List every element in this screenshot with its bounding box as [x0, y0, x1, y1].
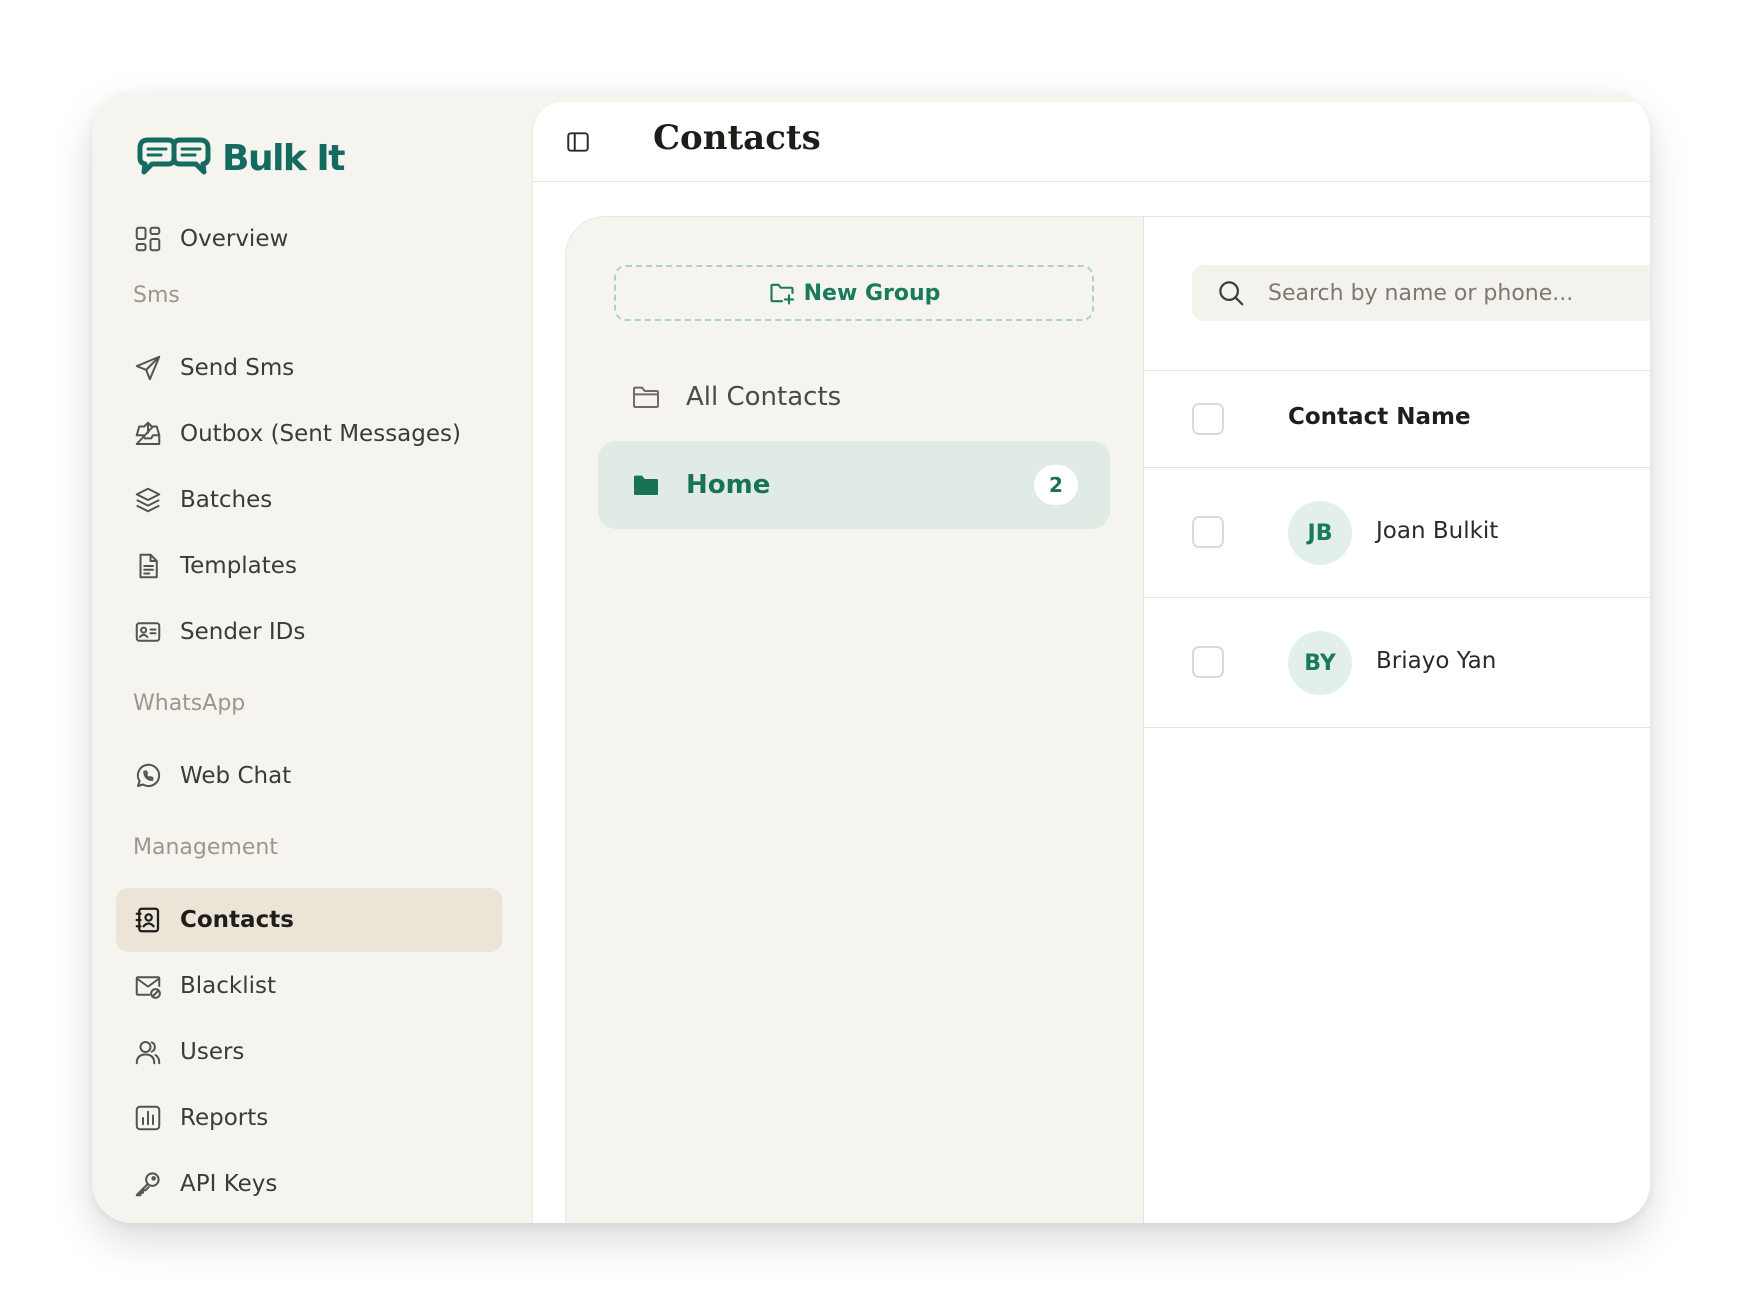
document-icon [132, 550, 164, 582]
sidebar-item-label: API Keys [180, 1171, 278, 1197]
contact-book-icon [132, 904, 164, 936]
search-input[interactable] [1268, 280, 1650, 306]
sidebar-item-label: Users [180, 1039, 245, 1065]
sidebar-item-web-chat[interactable]: Web Chat [116, 744, 502, 808]
search-bar [1192, 265, 1650, 321]
sidebar-item-label: Blacklist [180, 973, 277, 999]
table-header: Contact Name [1144, 370, 1650, 468]
sidebar-item-label: Outbox (Sent Messages) [180, 421, 461, 447]
sidebar-item-label: Sender IDs [180, 619, 306, 645]
table-row[interactable]: JB Joan Bulkit [1144, 468, 1650, 598]
mail-blocked-icon [132, 970, 164, 1002]
group-item-all-contacts[interactable]: All Contacts [598, 353, 1110, 441]
group-item-home[interactable]: Home 2 [598, 441, 1110, 529]
sidebar-item-batches[interactable]: Batches [116, 468, 502, 532]
sidebar-item-send-sms[interactable]: Send Sms [116, 336, 502, 400]
send-arrow-icon [132, 352, 164, 384]
sidebar-toggle-icon[interactable] [565, 129, 591, 155]
brand-logo[interactable]: Bulk It [136, 128, 346, 188]
sidebar: Bulk It Overview Sms Send Sms Outbox (Se… [92, 92, 532, 1223]
layers-icon [132, 484, 164, 516]
users-icon [132, 1036, 164, 1068]
contacts-list-pane: Contact Name JB Joan Bulkit BY Briayo Ya… [1144, 217, 1650, 1223]
outbox-tray-icon [132, 418, 164, 450]
section-label-whatsapp: WhatsApp [133, 691, 246, 716]
group-count-badge: 2 [1034, 465, 1078, 505]
id-card-icon [132, 616, 164, 648]
top-bar: Contacts [533, 102, 1650, 182]
sidebar-item-label: Batches [180, 487, 273, 513]
group-label: Home [686, 470, 771, 500]
contact-name: Briayo Yan [1376, 648, 1497, 674]
sidebar-item-contacts[interactable]: Contacts [116, 888, 502, 952]
new-group-button[interactable]: New Group [614, 265, 1094, 321]
main-content: Contacts New Group All Contacts Home 2 S… [532, 102, 1650, 1223]
avatar: BY [1288, 631, 1352, 695]
contacts-panel: New Group All Contacts Home 2 Search by … [565, 216, 1650, 1223]
bar-chart-icon [132, 1102, 164, 1134]
sidebar-item-blacklist[interactable]: Blacklist [116, 954, 502, 1018]
group-label: All Contacts [686, 382, 842, 412]
sidebar-item-outbox[interactable]: Outbox (Sent Messages) [116, 402, 502, 466]
sidebar-item-label: Templates [180, 553, 297, 579]
contact-name: Joan Bulkit [1376, 518, 1499, 544]
sidebar-item-reports[interactable]: Reports [116, 1086, 502, 1150]
sidebar-item-users[interactable]: Users [116, 1020, 502, 1084]
new-group-label: New Group [803, 280, 941, 306]
sidebar-item-label: Send Sms [180, 355, 295, 381]
sidebar-item-templates[interactable]: Templates [116, 534, 502, 598]
row-checkbox[interactable] [1192, 646, 1224, 678]
avatar: JB [1288, 501, 1352, 565]
sidebar-item-sender-ids[interactable]: Sender IDs [116, 600, 502, 664]
page-title: Contacts [653, 118, 821, 158]
row-checkbox[interactable] [1192, 516, 1224, 548]
folder-plus-icon [770, 283, 794, 305]
section-label-management: Management [133, 835, 278, 860]
folder-filled-icon [630, 469, 662, 501]
section-label-sms: Sms [133, 283, 180, 308]
column-header-contact-name[interactable]: Contact Name [1288, 404, 1471, 430]
app-window: Bulk It Overview Sms Send Sms Outbox (Se… [92, 92, 1650, 1223]
sidebar-item-label: Contacts [180, 907, 294, 933]
chat-bubbles-logo-icon [137, 137, 211, 175]
brand-name: Bulk It [222, 137, 346, 179]
select-all-checkbox[interactable] [1192, 403, 1224, 435]
groups-column: New Group All Contacts Home 2 [566, 217, 1144, 1223]
sidebar-item-label: Reports [180, 1105, 269, 1131]
sidebar-item-overview[interactable]: Overview [116, 207, 502, 271]
sidebar-item-label: Overview [180, 226, 289, 252]
sidebar-item-label: Web Chat [180, 763, 292, 789]
folder-outline-icon [630, 381, 662, 413]
table-row[interactable]: BY Briayo Yan [1144, 598, 1650, 728]
dashboard-grid-icon [132, 223, 164, 255]
sidebar-item-api-keys[interactable]: API Keys [116, 1152, 502, 1216]
key-icon [132, 1168, 164, 1200]
whatsapp-icon [132, 760, 164, 792]
search-icon [1216, 278, 1246, 308]
